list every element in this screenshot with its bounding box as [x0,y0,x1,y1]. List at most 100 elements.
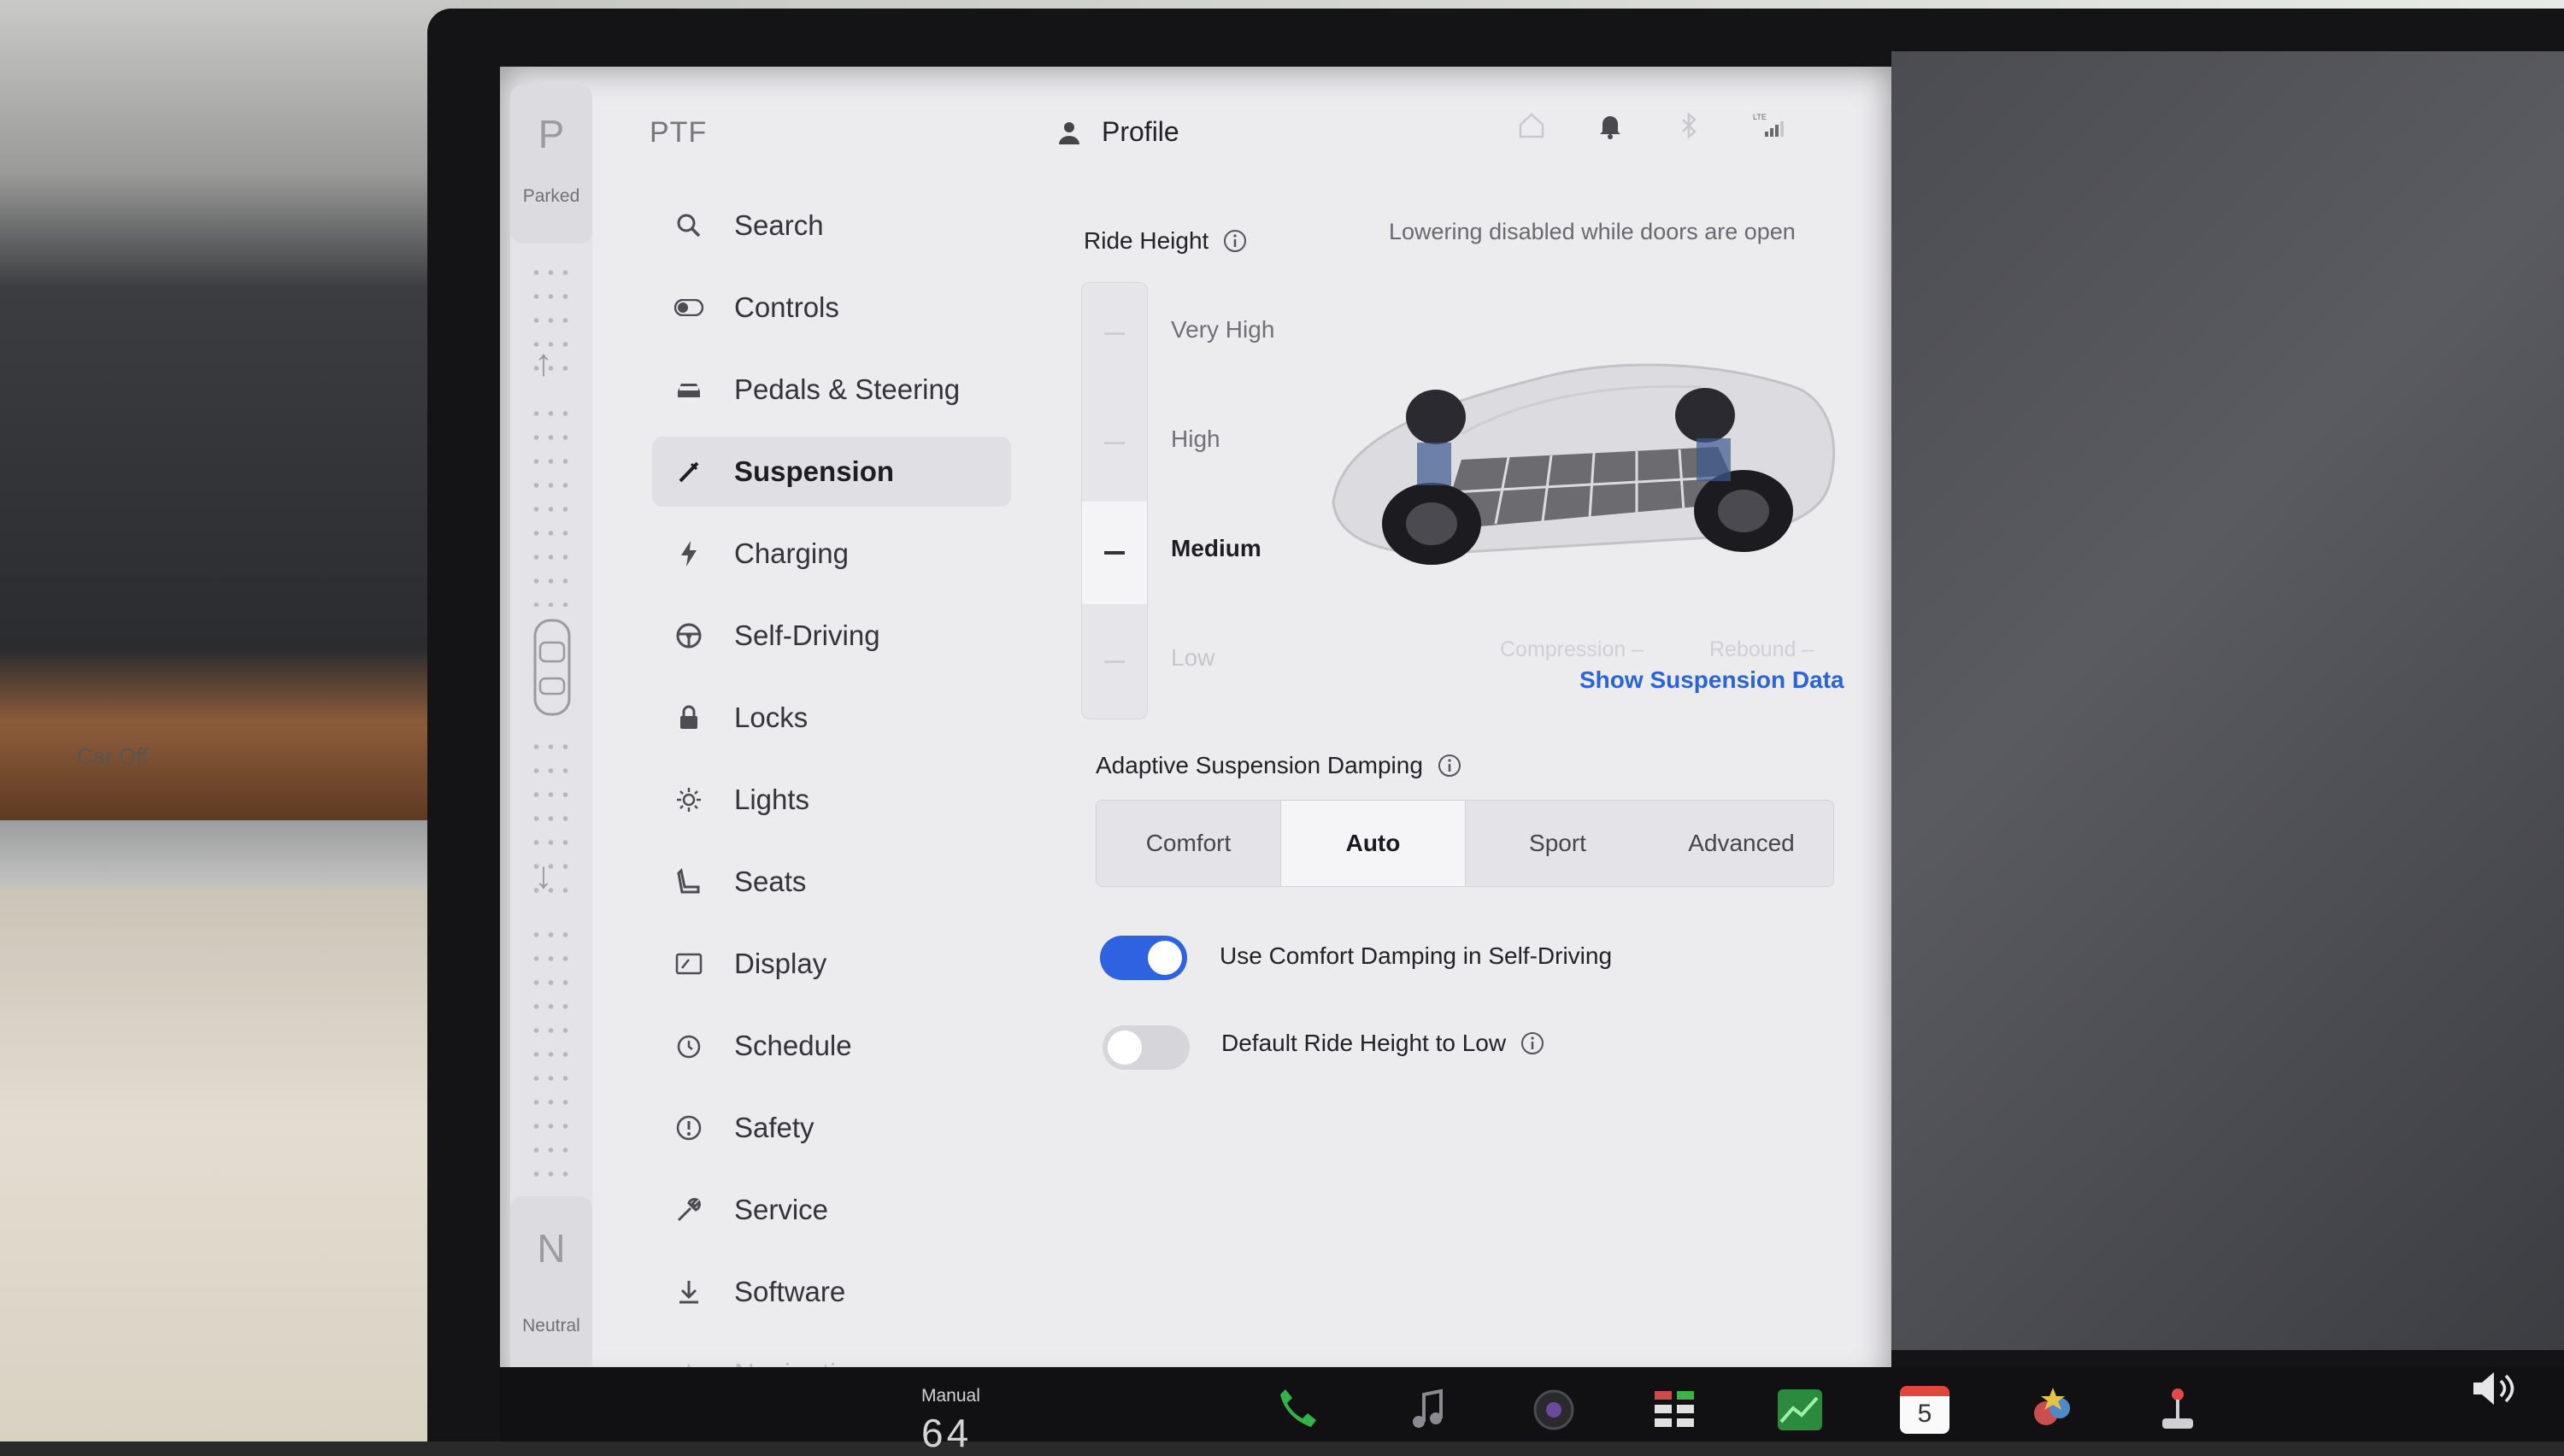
screen-reflection-area [1891,51,2564,1350]
nav-item-label: Seats [734,866,807,897]
damping-mode-selector[interactable]: Comfort Auto Sport Advanced [1096,800,1834,887]
gear-dots-bottom [529,923,573,1188]
nav-item-self-driving[interactable]: Self-Driving [652,601,1011,671]
nav-item-display[interactable]: Display [652,929,1011,999]
nav-item-software[interactable]: Software [652,1257,1011,1327]
nav-item-charging[interactable]: Charging [652,519,1011,589]
rebound-value: – [1802,637,1814,661]
alert-icon [674,1113,703,1142]
car-top-view-icon [533,619,571,716]
profile-label: Profile [1102,116,1179,147]
height-dash [1104,660,1125,663]
info-icon[interactable] [1520,1030,1545,1056]
nav-item-label: Service [734,1194,829,1225]
nav-item-label: Software [734,1276,846,1307]
rebound-readout: Rebound – [1709,637,1814,662]
car-off-text: Car Off [77,743,149,769]
nav-item-safety[interactable]: Safety [652,1093,1011,1163]
comfort-damping-toggle[interactable] [1100,936,1187,980]
nav-item-label: Suspension [734,455,895,487]
car-icon [674,375,703,404]
nav-item-controls[interactable]: Controls [652,273,1011,343]
gear-park[interactable]: P Parked [510,85,592,244]
volume-icon[interactable] [2470,1367,2518,1410]
ride-height-very-high-stop[interactable] [1082,283,1147,385]
home-icon[interactable] [1517,111,1546,140]
default-low-label: Default Ride Height to Low [1221,1030,1507,1056]
nav-item-label: Pedals & Steering [734,373,961,405]
default-low-row: Default Ride Height to Low [1221,1030,1545,1057]
metal-dash-trim [0,820,462,889]
ride-height-high-stop[interactable] [1082,392,1147,495]
nav-item-label: Display [734,948,827,979]
nav-item-label: Controls [734,291,839,323]
gear-neutral-letter: N [537,1226,566,1271]
toybox-icon[interactable] [2027,1384,2079,1435]
wrench-icon [674,1195,703,1224]
car-interior-left [0,0,479,1441]
ride-height-title: Ride Height [1084,227,1248,255]
height-dash [1104,551,1125,555]
ride-height-medium-label[interactable]: Medium [1171,535,1261,562]
compression-label: Compression [1500,637,1626,661]
ride-height-slider[interactable] [1081,282,1148,719]
nav-item-schedule[interactable]: Schedule [652,1011,1011,1081]
lowering-disabled-note: Lowering disabled while doors are open [1389,219,1796,244]
vehicle-name: PTF [650,116,708,149]
default-low-toggle[interactable] [1103,1025,1190,1070]
nav-item-search[interactable]: Search [652,191,1011,261]
gear-dots-upper [529,402,573,607]
stocks-icon[interactable] [1774,1384,1826,1435]
damping-auto-button[interactable]: Auto [1280,801,1466,886]
bluetooth-icon[interactable] [1674,111,1703,140]
height-dash [1104,442,1125,444]
bell-icon[interactable] [1596,111,1625,140]
damping-sport-button[interactable]: Sport [1466,801,1650,886]
steering-wheel-icon [674,621,703,650]
nav-item-label: Search [734,209,824,241]
suspension-icon [674,457,703,486]
gear-selector-strip[interactable]: P Parked ↑ ↓ N Neutral [510,85,592,1376]
ride-height-low-stop[interactable] [1082,611,1147,713]
profile-button[interactable]: Profile [1056,116,1179,148]
gear-neutral[interactable]: N Neutral [510,1196,592,1376]
calendar-icon[interactable]: 5 [1900,1386,1949,1434]
info-icon[interactable] [1437,753,1462,778]
nav-item-seats[interactable]: Seats [652,847,1011,917]
ride-height-medium-stop[interactable] [1082,502,1147,604]
ride-height-high-label[interactable]: High [1171,426,1220,453]
nav-item-label: Locks [734,702,809,733]
nav-item-service[interactable]: Service [652,1175,1011,1245]
lte-signal-icon: LTE [1753,111,1784,140]
show-suspension-data-link[interactable]: Show Suspension Data [1579,666,1844,694]
height-dash [1104,332,1125,335]
joystick-icon[interactable] [2152,1384,2203,1435]
lock-icon [674,703,703,732]
drive-mode-label: Manual [921,1386,980,1406]
damping-advanced-button[interactable]: Advanced [1650,801,1833,886]
nav-item-lights[interactable]: Lights [652,765,1011,835]
display-icon [674,949,703,978]
ride-height-very-high-label[interactable]: Very High [1171,316,1274,343]
clock-icon [674,1031,703,1060]
gear-park-label: Parked [522,186,580,206]
gear-park-letter: P [538,112,565,156]
nav-item-suspension[interactable]: Suspension [652,437,1011,507]
download-icon [674,1277,703,1306]
arrow-up-icon: ↑ [534,342,553,384]
apps-icon[interactable] [1650,1384,1701,1435]
info-icon[interactable] [1222,228,1248,254]
sun-icon [674,785,703,814]
phone-icon[interactable] [1272,1384,1323,1435]
status-bar-icons: LTE [1517,111,1784,140]
settings-nav: Search Controls Pedals & Steering Suspen… [652,191,1011,1389]
compression-value: – [1632,637,1644,661]
music-icon[interactable] [1403,1384,1455,1435]
nav-item-label: Lights [734,784,810,815]
nav-item-locks[interactable]: Locks [652,683,1011,753]
camera-icon[interactable] [1528,1384,1579,1435]
damping-comfort-button[interactable]: Comfort [1097,801,1280,886]
rebound-label: Rebound [1709,637,1797,661]
ride-height-low-label[interactable]: Low [1171,644,1214,672]
nav-item-pedals-steering[interactable]: Pedals & Steering [652,355,1011,425]
